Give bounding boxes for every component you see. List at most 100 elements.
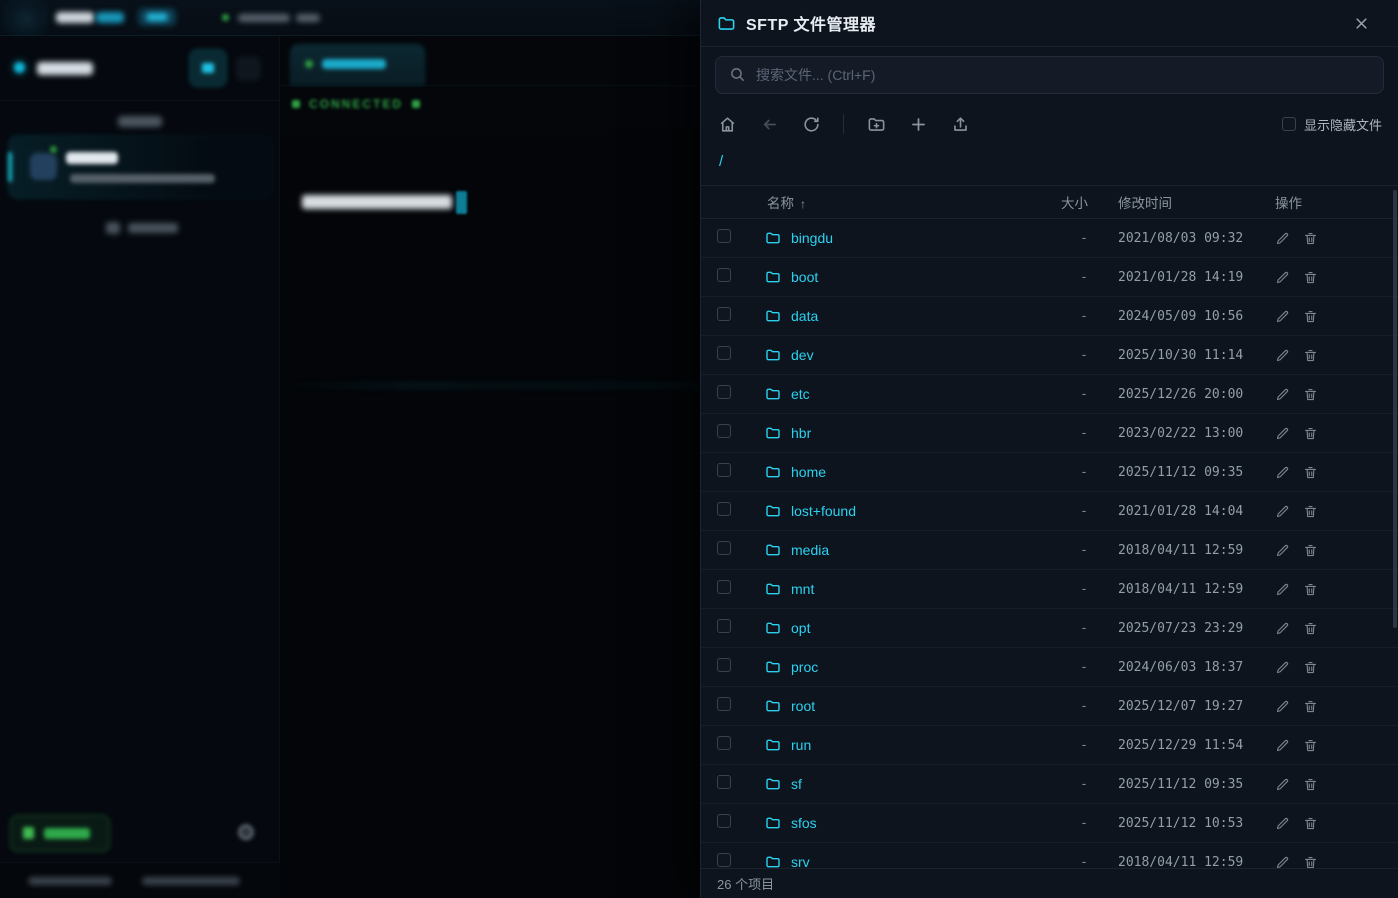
file-name-link[interactable]: home: [791, 464, 826, 480]
sidebar-more-button[interactable]: [236, 56, 261, 81]
column-name[interactable]: 名称↑: [757, 192, 1038, 212]
file-name-link[interactable]: hbr: [791, 425, 811, 441]
delete-icon[interactable]: [1303, 426, 1318, 441]
file-name-link[interactable]: etc: [791, 386, 810, 402]
back-icon[interactable]: [759, 114, 779, 134]
edit-icon[interactable]: [1275, 621, 1290, 636]
column-size[interactable]: 大小: [1038, 192, 1088, 212]
edit-icon[interactable]: [1275, 699, 1290, 714]
file-name-link[interactable]: media: [791, 542, 829, 558]
file-name-link[interactable]: dev: [791, 347, 814, 363]
breadcrumb-path[interactable]: /: [719, 153, 723, 170]
delete-icon[interactable]: [1303, 699, 1318, 714]
row-checkbox[interactable]: [717, 229, 731, 243]
close-icon[interactable]: [1348, 10, 1374, 36]
delete-icon[interactable]: [1303, 816, 1318, 831]
delete-icon[interactable]: [1303, 621, 1318, 636]
table-row[interactable]: root - 2025/12/07 19:27: [701, 687, 1398, 726]
row-checkbox[interactable]: [717, 853, 731, 867]
new-folder-icon[interactable]: [866, 114, 886, 134]
table-row[interactable]: data - 2024/05/09 10:56: [701, 297, 1398, 336]
sidebar-action-row[interactable]: [0, 216, 280, 238]
edit-icon[interactable]: [1275, 270, 1290, 285]
row-checkbox[interactable]: [717, 307, 731, 321]
edit-icon[interactable]: [1275, 348, 1290, 363]
delete-icon[interactable]: [1303, 777, 1318, 792]
new-session-button[interactable]: [189, 49, 227, 87]
table-row[interactable]: srv - 2018/04/11 12:59: [701, 843, 1398, 868]
home-icon[interactable]: [717, 114, 737, 134]
edit-icon[interactable]: [1275, 543, 1290, 558]
table-row[interactable]: hbr - 2023/02/22 13:00: [701, 414, 1398, 453]
connection-card-selected[interactable]: [8, 135, 272, 199]
edit-icon[interactable]: [1275, 504, 1290, 519]
file-name-link[interactable]: proc: [791, 659, 818, 675]
table-row[interactable]: boot - 2021/01/28 14:19: [701, 258, 1398, 297]
edit-icon[interactable]: [1275, 426, 1290, 441]
search-input[interactable]: [715, 56, 1384, 94]
delete-icon[interactable]: [1303, 231, 1318, 246]
file-name-link[interactable]: root: [791, 698, 815, 714]
row-checkbox[interactable]: [717, 775, 731, 789]
delete-icon[interactable]: [1303, 387, 1318, 402]
table-row[interactable]: mnt - 2018/04/11 12:59: [701, 570, 1398, 609]
row-checkbox[interactable]: [717, 580, 731, 594]
delete-icon[interactable]: [1303, 270, 1318, 285]
row-checkbox[interactable]: [717, 736, 731, 750]
table-row[interactable]: sfos - 2025/11/12 10:53: [701, 804, 1398, 843]
file-name-link[interactable]: lost+found: [791, 503, 856, 519]
edit-icon[interactable]: [1275, 816, 1290, 831]
table-row[interactable]: opt - 2025/07/23 23:29: [701, 609, 1398, 648]
show-hidden-toggle[interactable]: 显示隐藏文件: [1282, 115, 1382, 134]
table-row[interactable]: sf - 2025/11/12 09:35: [701, 765, 1398, 804]
file-name-link[interactable]: data: [791, 308, 818, 324]
row-checkbox[interactable]: [717, 814, 731, 828]
edit-icon[interactable]: [1275, 660, 1290, 675]
delete-icon[interactable]: [1303, 309, 1318, 324]
edit-icon[interactable]: [1275, 231, 1290, 246]
edit-icon[interactable]: [1275, 582, 1290, 597]
table-row[interactable]: bingdu - 2021/08/03 09:32: [701, 219, 1398, 258]
row-checkbox[interactable]: [717, 346, 731, 360]
delete-icon[interactable]: [1303, 738, 1318, 753]
file-name-link[interactable]: opt: [791, 620, 810, 636]
edit-icon[interactable]: [1275, 777, 1290, 792]
edit-icon[interactable]: [1275, 738, 1290, 753]
file-name-link[interactable]: mnt: [791, 581, 814, 597]
table-row[interactable]: home - 2025/11/12 09:35: [701, 453, 1398, 492]
edit-icon[interactable]: [1275, 387, 1290, 402]
breadcrumb[interactable]: /: [701, 145, 1398, 177]
file-name-link[interactable]: bingdu: [791, 230, 833, 246]
table-row[interactable]: etc - 2025/12/26 20:00: [701, 375, 1398, 414]
delete-icon[interactable]: [1303, 660, 1318, 675]
delete-icon[interactable]: [1303, 348, 1318, 363]
column-mtime[interactable]: 修改时间: [1088, 192, 1263, 212]
edit-icon[interactable]: [1275, 309, 1290, 324]
delete-icon[interactable]: [1303, 582, 1318, 597]
row-checkbox[interactable]: [717, 424, 731, 438]
edit-icon[interactable]: [1275, 465, 1290, 480]
upload-icon[interactable]: [950, 114, 970, 134]
table-row[interactable]: run - 2025/12/29 11:54: [701, 726, 1398, 765]
refresh-icon[interactable]: [801, 114, 821, 134]
settings-gear-icon[interactable]: ⚙: [233, 820, 259, 846]
table-row[interactable]: media - 2018/04/11 12:59: [701, 531, 1398, 570]
file-name-link[interactable]: sf: [791, 776, 802, 792]
table-row[interactable]: dev - 2025/10/30 11:14: [701, 336, 1398, 375]
row-checkbox[interactable]: [717, 658, 731, 672]
delete-icon[interactable]: [1303, 504, 1318, 519]
delete-icon[interactable]: [1303, 465, 1318, 480]
scrollbar[interactable]: [1393, 190, 1397, 628]
file-name-link[interactable]: boot: [791, 269, 818, 285]
table-row[interactable]: proc - 2024/06/03 18:37: [701, 648, 1398, 687]
row-checkbox[interactable]: [717, 502, 731, 516]
row-checkbox[interactable]: [717, 619, 731, 633]
row-checkbox[interactable]: [717, 463, 731, 477]
table-row[interactable]: lost+found - 2021/01/28 14:04: [701, 492, 1398, 531]
connect-button[interactable]: [10, 815, 110, 852]
terminal-screen[interactable]: [280, 129, 700, 898]
row-checkbox[interactable]: [717, 697, 731, 711]
terminal-tab[interactable]: [290, 44, 425, 85]
row-checkbox[interactable]: [717, 541, 731, 555]
delete-icon[interactable]: [1303, 543, 1318, 558]
